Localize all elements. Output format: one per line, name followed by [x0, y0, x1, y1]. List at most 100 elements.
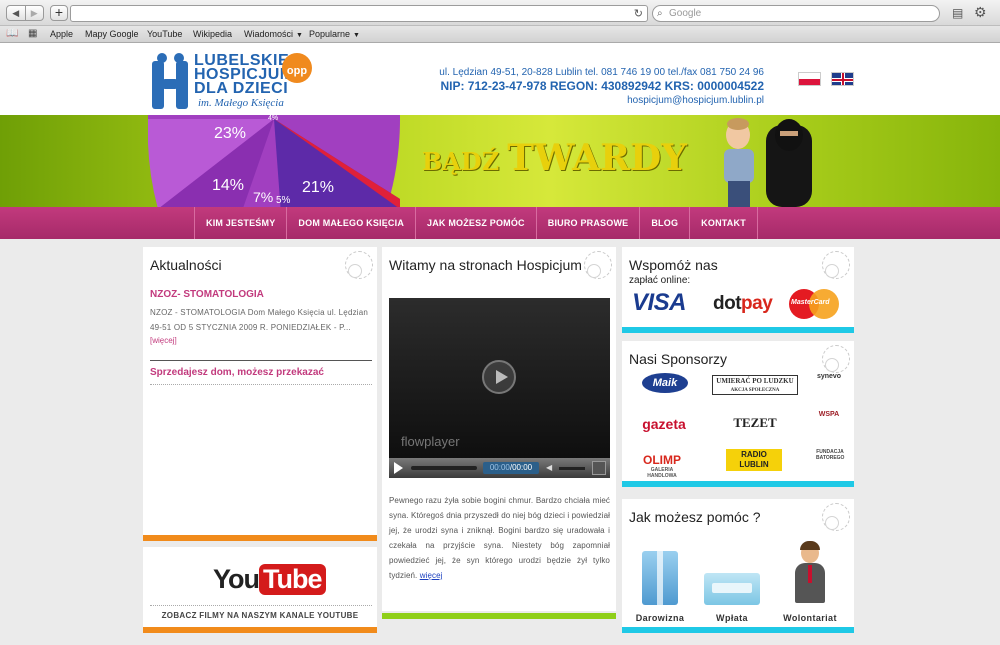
bookmark-popularne[interactable]: Popularne ▼ [309, 29, 360, 39]
seek-bar[interactable] [411, 466, 477, 470]
decorative-doodle-icon [822, 345, 850, 373]
play-icon[interactable] [482, 360, 516, 394]
pie-label-14: 14% [212, 177, 245, 194]
sponsor-olimp-sub: GALERIA HANDLOWA [647, 467, 677, 479]
logo-line-3: DLA DZIECI [194, 80, 289, 97]
sponsor-fundacja-logo[interactable]: FUNDACJA BATOREGO [816, 449, 844, 461]
dotpay-logo[interactable]: dotpay [713, 293, 773, 315]
bookmarks-bar: 📖 ▦ Apple Mapy Google YouTube Wikipedia … [0, 26, 1000, 43]
news-more-link[interactable]: [więcej] [150, 336, 177, 345]
welcome-panel: Witamy na stronach Hospicjum flowplayer … [382, 247, 616, 611]
logo-subtitle: im. Małego Księcia [198, 97, 284, 109]
sponsor-tezet-logo[interactable]: TEZET [722, 415, 788, 431]
menu-item-blog[interactable]: BLOG [640, 207, 691, 239]
news-item-excerpt: NZOZ - STOMATOLOGIA Dom Małego Księcia u… [150, 308, 369, 332]
divider [150, 384, 372, 385]
pie-label-4: 4% [268, 115, 279, 122]
sponsor-wspa-logo[interactable]: WSPA [813, 411, 845, 418]
sponsor-olimp-logo[interactable]: OLIMP GALERIA HANDLOWA [636, 453, 688, 479]
bookmark-mapy-google[interactable]: Mapy Google [85, 29, 139, 39]
volume-slider[interactable] [559, 467, 585, 470]
reload-icon[interactable]: ↻ [634, 7, 643, 20]
menu-item-jak-mozesz-pomoc[interactable]: JAK MOŻESZ POMÓC [416, 207, 537, 239]
play-button[interactable] [394, 462, 403, 474]
youtube-caption[interactable]: ZOBACZ FILMY NA NASZYM KANALE YOUTUBE [143, 611, 377, 620]
player-brand: flowplayer [401, 434, 460, 449]
video-player[interactable]: flowplayer 00:00/00:00 ◀ [389, 298, 610, 478]
decorative-doodle-icon [822, 503, 850, 531]
sponsor-gazeta-logo[interactable]: gazeta [638, 413, 690, 435]
visa-logo[interactable]: VISA [632, 289, 687, 317]
polish-flag-icon[interactable] [798, 72, 821, 86]
english-flag-icon[interactable] [831, 72, 854, 86]
page-menu-icon[interactable]: ▤ [952, 6, 963, 20]
youtube-logo[interactable]: You Tube [213, 564, 326, 595]
player-controls: 00:00/00:00 ◀ [389, 458, 610, 478]
youtube-logo-tube: Tube [259, 564, 326, 595]
slogan-word-1: BĄDŹ [422, 147, 500, 176]
gear-icon[interactable]: ⚙ [974, 4, 987, 21]
top-sites-icon[interactable]: ▦ [28, 28, 37, 39]
news-item-title[interactable]: NZOZ- STOMATOLOGIA [150, 289, 264, 300]
site-header: LUBELSKIE HOSPICJUM DLA DZIECI im. Małeg… [0, 43, 1000, 115]
menu-item-kim-jestesmy[interactable]: KIM JESTEŚMY [194, 207, 288, 239]
welcome-more-link[interactable]: więcej [420, 571, 443, 580]
pay-online-label: zapłać online: [629, 275, 691, 286]
news-panel-footer-bar [143, 535, 377, 541]
menu-item-dom-malego-ksiecia[interactable]: DOM MAŁEGO KSIĘCIA [287, 207, 417, 239]
sponsor-maik-logo[interactable]: Maik [642, 373, 688, 393]
forward-button[interactable]: ▶ [24, 6, 44, 20]
fullscreen-button[interactable] [592, 461, 606, 475]
address-text: ul. Lędzian 49-51, 20-828 Lublin tel. 08… [439, 67, 764, 78]
pie-label-23: 23% [214, 125, 247, 142]
menu-item-kontakt[interactable]: KONTAKT [690, 207, 758, 239]
support-heading: Wspomóż nas [629, 257, 718, 273]
dotpay-dot: dot [713, 293, 742, 314]
bookmark-wiadomosci[interactable]: Wiadomości ▼ [244, 29, 303, 39]
mastercard-logo[interactable]: MasterCard [789, 289, 839, 319]
history-buttons[interactable]: ◀ ▶ [6, 5, 44, 21]
decorative-doodle-icon [584, 251, 612, 279]
payment-card-icon [704, 573, 760, 605]
reading-list-icon[interactable]: 📖 [6, 28, 18, 39]
support-panel-footer-bar [622, 327, 854, 333]
volume-icon[interactable]: ◀ [546, 463, 552, 472]
volunteer-icon [795, 541, 825, 603]
sponsors-heading: Nasi Sponsorzy [629, 351, 728, 367]
dotpay-pay: pay [741, 293, 773, 314]
bookmark-wiadomosci-label: Wiadomości [244, 29, 294, 39]
help-darowizna-label: Darowizna [635, 613, 685, 623]
sponsor-umierac-logo[interactable]: UMIERAĆ PO LUDZKU AKCJA SPOŁECZNA [712, 375, 798, 395]
back-button[interactable]: ◀ [7, 6, 25, 20]
mastercard-text: MasterCard [791, 299, 830, 306]
new-tab-button[interactable]: + [50, 5, 68, 21]
time-display: 00:00/00:00 [483, 462, 539, 474]
pie-chart-graphic [148, 115, 400, 207]
address-bar[interactable]: ↻ [70, 5, 648, 22]
welcome-text: Pewnego razu żyła sobie bogini chmur. Ba… [389, 493, 610, 583]
help-wplata-label: Wpłata [716, 613, 748, 623]
news-item-2-title[interactable]: Sprzedajesz dom, możesz przekazać [150, 367, 324, 378]
help-panel-footer-bar [622, 627, 854, 633]
menu-item-biuro-prasowe[interactable]: BIURO PRASOWE [537, 207, 641, 239]
bookmark-youtube[interactable]: YouTube [147, 29, 182, 39]
sponsor-synevo-logo[interactable]: synevo [814, 373, 844, 380]
main-menu-bar: KIM JESTEŚMY DOM MAŁEGO KSIĘCIA JAK MOŻE… [0, 207, 1000, 239]
sponsor-radio-lublin-logo[interactable]: RADIO LUBLIN [726, 449, 782, 471]
logo-h-icon [152, 53, 188, 109]
search-input[interactable]: ⌕ Google [652, 5, 940, 22]
support-panel: Wspomóż nas zapłać online: VISA dotpay M… [622, 247, 854, 327]
search-placeholder: Google [669, 8, 702, 19]
bookmark-wikipedia[interactable]: Wikipedia [193, 29, 232, 39]
bookmark-apple[interactable]: Apple [50, 29, 73, 39]
youtube-panel[interactable]: You Tube ZOBACZ FILMY NA NASZYM KANALE YO… [143, 547, 377, 627]
youtube-panel-footer-bar [143, 627, 377, 633]
browser-toolbar: ◀ ▶ + ↻ ⌕ Google ▤ ⚙ [0, 0, 1000, 26]
gift-icon [642, 551, 678, 605]
contact-info: ul. Lędzian 49-51, 20-828 Lublin tel. 08… [439, 67, 764, 106]
help-wolontariat-label: Wolontariat [783, 613, 837, 623]
pie-label-5: 5% [276, 195, 291, 206]
sponsor-umierac-text: UMIERAĆ PO LUDZKU [716, 377, 794, 385]
email-link[interactable]: hospicjum@hospicjum.lublin.pl [439, 95, 764, 106]
help-panel: Jak możesz pomóc ? Darowizna Wpłata Wolo… [622, 499, 854, 627]
